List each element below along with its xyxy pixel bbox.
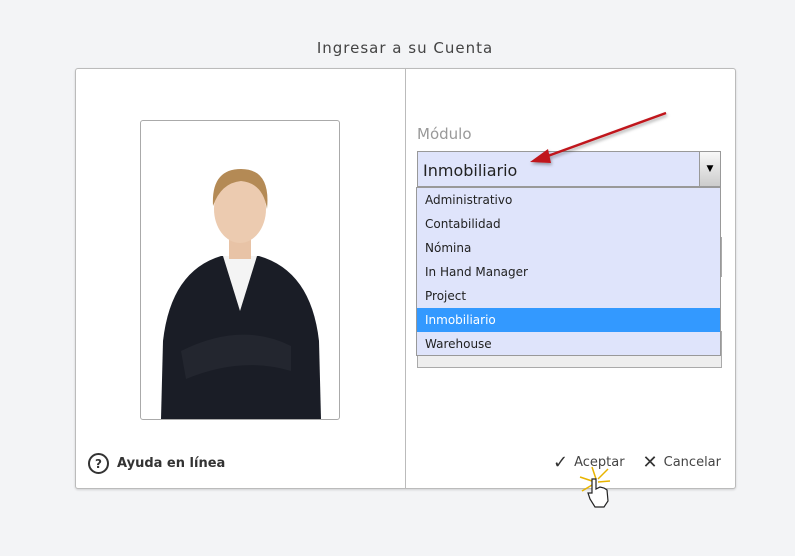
annotation-arrow-icon [530, 111, 667, 163]
click-cursor-icon [579, 466, 611, 508]
